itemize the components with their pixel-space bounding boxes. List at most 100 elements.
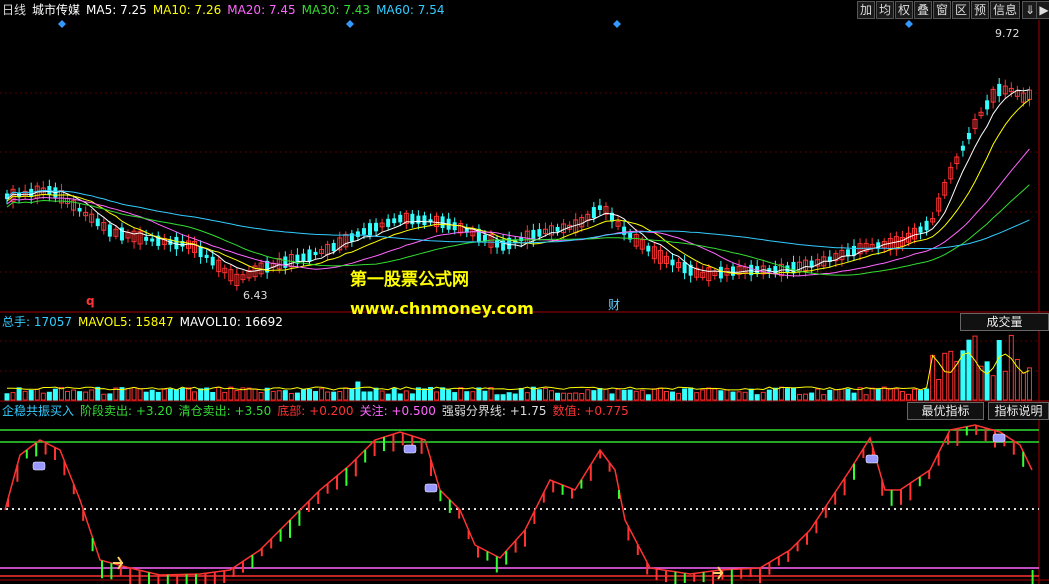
candle-body-106: [646, 245, 651, 252]
volume-bar-162: [984, 361, 990, 401]
volume-bar-61: [373, 387, 379, 401]
event-diamond-icon-2: [613, 20, 621, 28]
candle-body-72: [440, 216, 445, 229]
marker-q: q: [86, 294, 95, 308]
volume-bar-154: [936, 378, 942, 401]
volume-bar-35: [216, 386, 222, 401]
volume-bar-150: [912, 388, 917, 401]
teacup-icon-1: [403, 444, 417, 454]
volume-bar-155: [942, 352, 948, 401]
candle-body-74: [452, 222, 457, 231]
teacup-icon-3: [865, 454, 879, 464]
volume-bar-49: [300, 389, 306, 401]
volume-bar-152: [924, 388, 930, 401]
volume-bar-59: [361, 391, 367, 401]
volume-bar-58: [355, 381, 361, 401]
volume-bar-26: [161, 388, 167, 401]
volume-bar-29: [179, 387, 185, 401]
volume-bar-62: [379, 390, 385, 401]
best-indicator-button[interactable]: 最优指标: [907, 402, 984, 420]
volume-bar-82: [500, 394, 506, 401]
volume-bar-52: [319, 388, 325, 401]
volume-dropdown[interactable]: 成交量: [960, 313, 1049, 331]
volume-dropdown-label: 成交量: [986, 315, 1023, 329]
toolbar-button-5[interactable]: 区: [952, 1, 970, 19]
candle-body-81: [495, 239, 500, 248]
chart-canvas[interactable]: [0, 0, 1049, 584]
candle-body-15: [95, 218, 100, 227]
ind-item-4: 强弱分界线: +1.75: [441, 404, 547, 418]
volume-bar-65: [397, 393, 403, 401]
volume-bar-93: [567, 392, 573, 401]
ma-item-0: MA5: 7.25: [86, 3, 147, 17]
event-diamond-icon-1: [346, 20, 354, 28]
volume-bar-56: [343, 387, 349, 401]
period-label[interactable]: 日线: [2, 1, 26, 19]
volume-bar-28: [173, 389, 179, 401]
moving-average-lines: [6, 89, 1030, 277]
toolbar-button-1[interactable]: 均: [876, 1, 894, 19]
volume-bar-139: [845, 388, 851, 401]
volume-bar-11: [71, 389, 77, 401]
volume-bar-40: [246, 387, 252, 401]
toolbar-button-6[interactable]: 预: [971, 1, 989, 19]
volume-bar-164: [996, 339, 1002, 401]
volume-bar-125: [760, 391, 766, 401]
volume-bar-7: [46, 391, 52, 401]
volume-bar-32: [198, 388, 204, 401]
candle-body-49: [301, 253, 306, 262]
volume-bar-169: [1026, 367, 1032, 401]
volume-bar-102: [621, 389, 627, 401]
volume-bar-128: [778, 386, 784, 401]
volume-bar-31: [192, 391, 198, 401]
volume-bar-137: [833, 389, 839, 401]
toolbar-button-4[interactable]: 窗: [933, 1, 951, 19]
volume-bar-1: [10, 392, 16, 401]
volume-bar-30: [186, 387, 191, 401]
volume-bar-121: [736, 391, 742, 401]
volume-bar-84: [512, 393, 518, 401]
candle-body-158: [960, 145, 965, 151]
volume-bar-136: [827, 389, 833, 401]
volume-bars: [4, 334, 1032, 401]
toolbar-button-3[interactable]: 叠: [914, 1, 932, 19]
volume-bar-133: [809, 392, 815, 401]
candle-body-162: [985, 100, 990, 110]
volume-bar-16: [101, 393, 107, 401]
volume-bar-111: [676, 392, 682, 401]
volume-bar-114: [694, 392, 700, 401]
expand-arrow-icon[interactable]: ▶: [1036, 1, 1049, 19]
toolbar-button-7[interactable]: 信息: [990, 1, 1020, 19]
ma30-line: [6, 184, 1030, 276]
volume-bar-10: [65, 390, 70, 401]
high-price-label: 9.72: [995, 27, 1020, 40]
volume-bar-124: [754, 394, 760, 401]
volume-bar-157: [954, 360, 960, 401]
volume-bar-99: [603, 388, 609, 401]
volume-bar-168: [1020, 372, 1026, 401]
volume-bar-64: [391, 388, 397, 401]
volume-bar-113: [688, 387, 694, 401]
toolbar-button-0[interactable]: 加: [857, 1, 875, 19]
volume-header: 总手: 17057 MAVOL5: 15847 MAVOL10: 16692: [0, 313, 289, 331]
candle-body-17: [107, 224, 112, 237]
volume-bar-120: [730, 391, 736, 401]
volume-bar-110: [670, 391, 675, 401]
volume-bar-45: [276, 390, 282, 401]
volume-bar-53: [325, 391, 331, 401]
candle-body-12: [77, 207, 82, 212]
volume-bar-48: [294, 392, 300, 401]
volume-bar-95: [579, 393, 585, 401]
stock-name: 城市传媒: [32, 3, 81, 17]
volume-bar-159: [966, 339, 972, 401]
volume-bar-145: [881, 386, 887, 401]
volume-bar-14: [89, 389, 95, 401]
volume-bar-142: [863, 394, 869, 401]
indicator-name[interactable]: 企稳共振买入: [2, 402, 74, 420]
candle-body-64: [392, 218, 397, 224]
volume-bar-98: [597, 387, 603, 401]
indicator-help-button[interactable]: 指标说明: [988, 402, 1049, 420]
toolbar-button-2[interactable]: 权: [895, 1, 913, 19]
candle-body-97: [591, 207, 596, 218]
candle-body-34: [210, 256, 215, 266]
